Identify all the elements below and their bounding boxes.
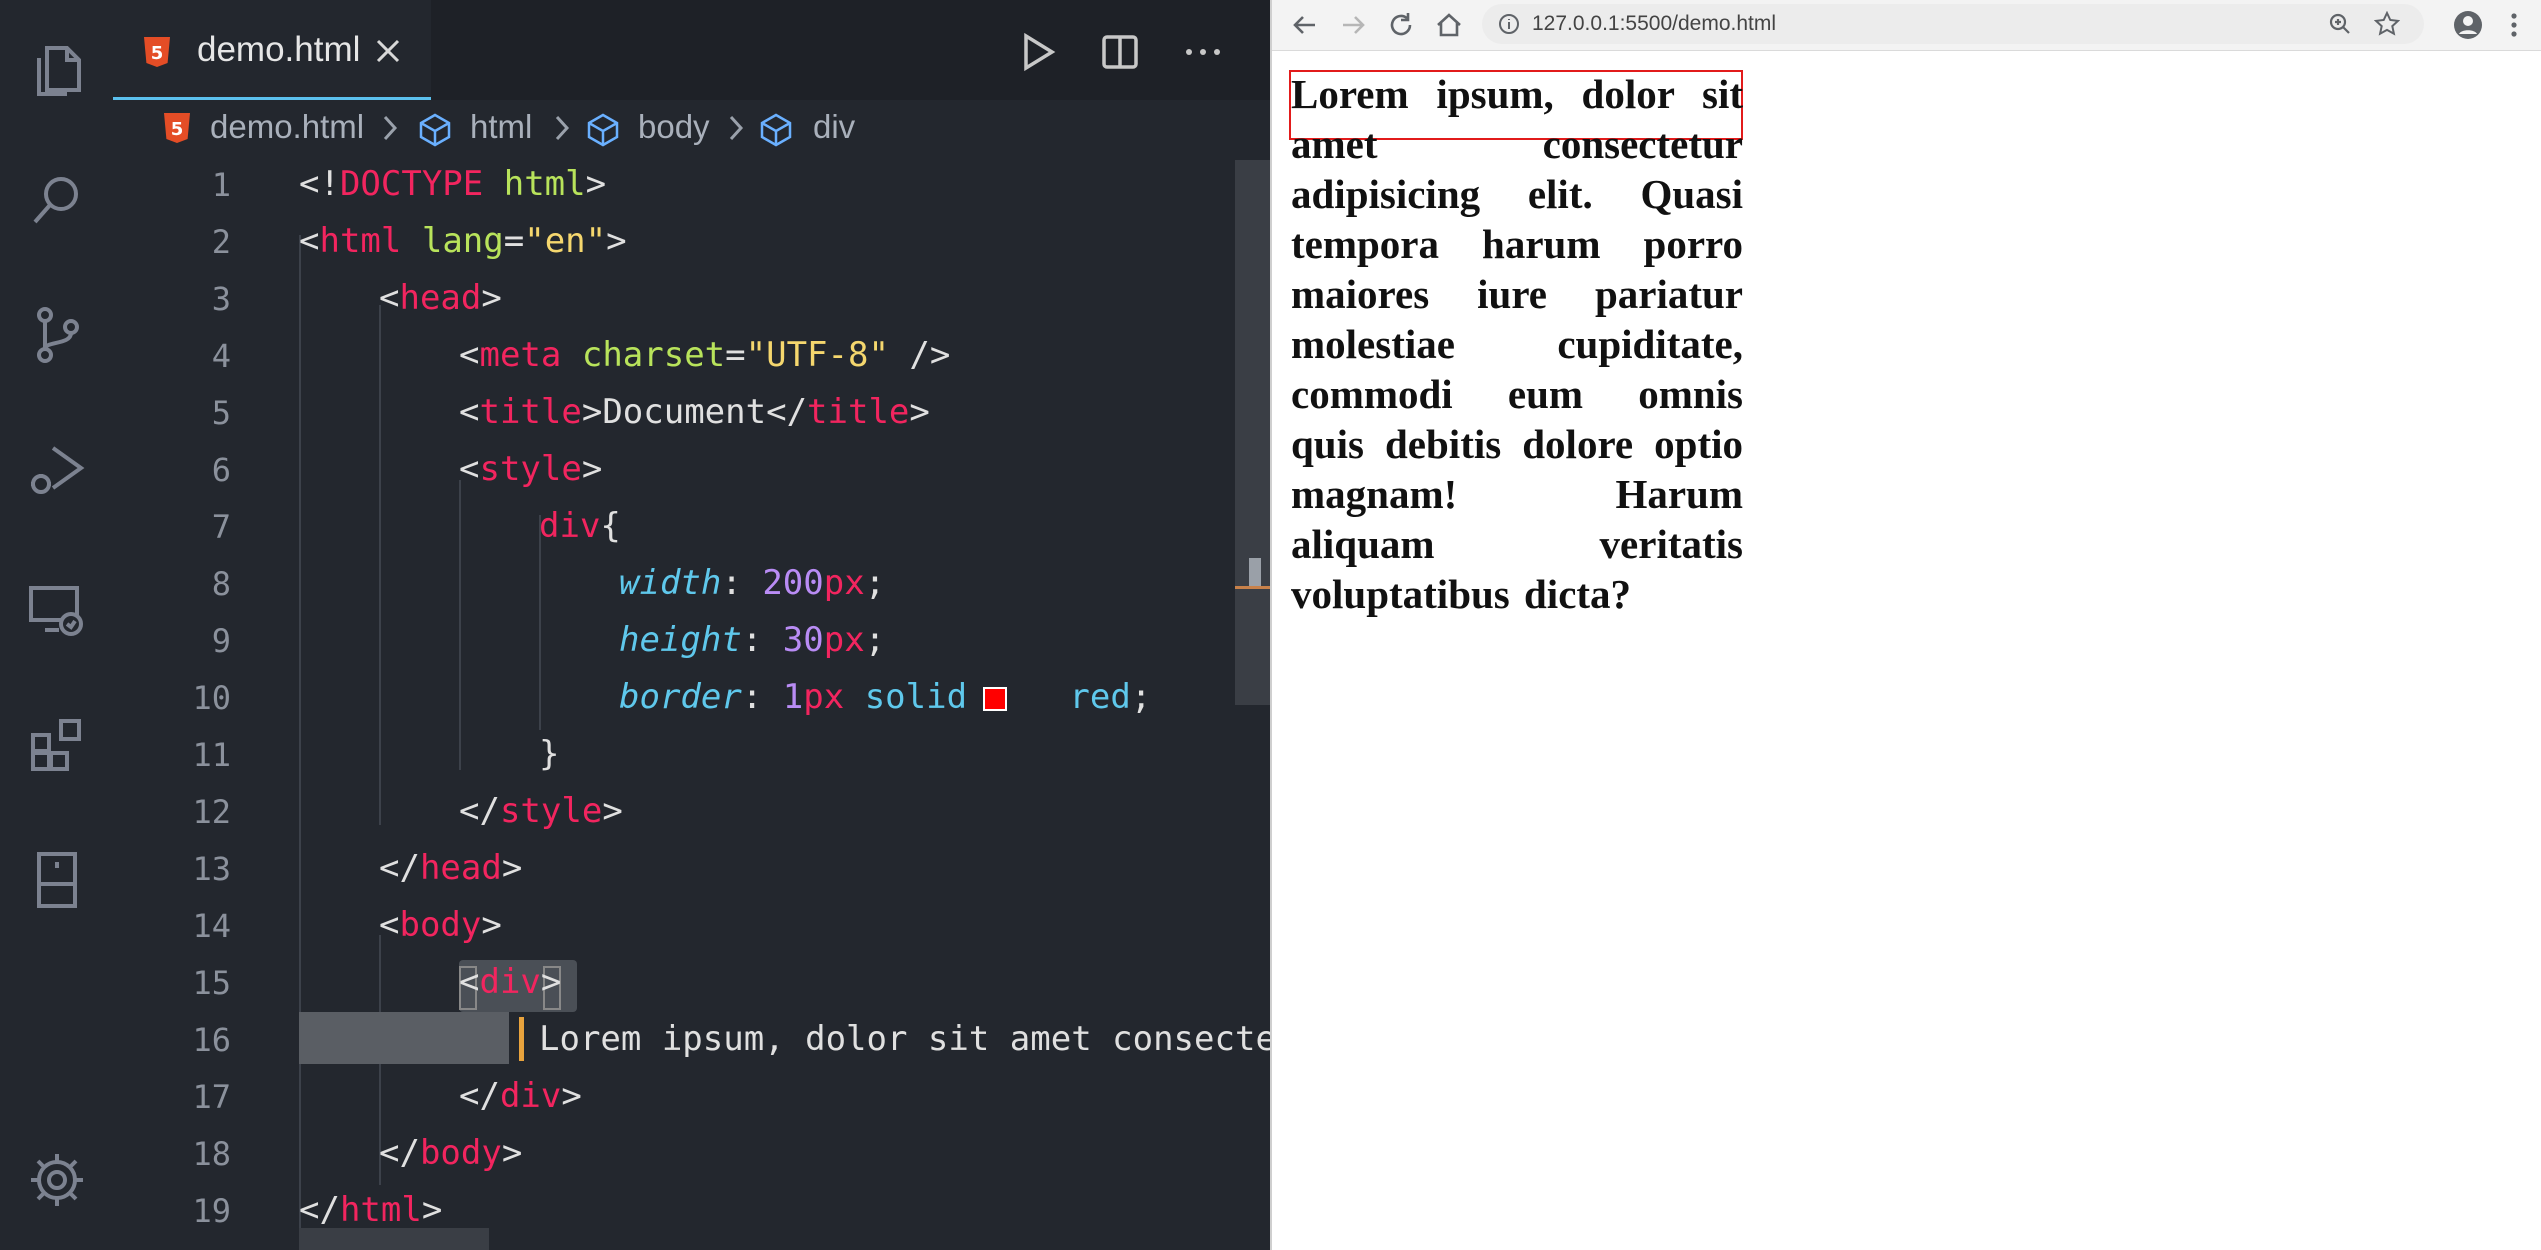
more-actions-icon[interactable] — [1181, 30, 1225, 74]
code-line: <html lang="en"> — [299, 221, 627, 261]
code-line: } — [539, 734, 560, 774]
zoom-icon[interactable] — [2328, 12, 2352, 36]
element-icon — [419, 113, 451, 147]
activity-bar — [0, 0, 113, 1250]
browser-menu-icon[interactable] — [2504, 9, 2524, 41]
indent-guide — [539, 515, 541, 730]
chevron-right-icon — [729, 115, 744, 141]
info-icon[interactable] — [1498, 13, 1520, 35]
text-caret — [519, 1017, 524, 1061]
forward-arrow-icon[interactable] — [1338, 10, 1368, 40]
svg-text:5: 5 — [151, 43, 164, 64]
line-number: 18 — [192, 1135, 231, 1173]
code-line: <head> — [379, 278, 502, 318]
element-icon — [760, 113, 792, 147]
breadcrumb-item-body[interactable]: body — [638, 108, 710, 146]
scrollbar-marker — [1249, 558, 1261, 586]
remote-explorer-icon[interactable] — [0, 555, 113, 665]
html5-icon: 5 — [164, 113, 190, 143]
html5-icon: 5 — [144, 37, 170, 67]
run-debug-icon[interactable] — [0, 415, 113, 525]
line-number: 6 — [211, 451, 231, 489]
code-editor: 5 demo.html 5 demo.html html body div 1 … — [113, 0, 1296, 1250]
star-icon[interactable] — [2374, 11, 2400, 37]
tab-bar: 5 demo.html — [113, 0, 1270, 100]
browser-toolbar: 127.0.0.1:5500/demo.html — [1272, 0, 2541, 51]
code-line: </div> — [459, 1076, 582, 1116]
extensions-icon[interactable] — [0, 690, 113, 800]
url-text: 127.0.0.1:5500/demo.html — [1532, 12, 1777, 35]
code-line: width: 200px; — [619, 563, 886, 603]
code-line: <!DOCTYPE html> — [299, 164, 607, 204]
breadcrumb-item-div[interactable]: div — [813, 108, 855, 146]
line-number: 19 — [192, 1192, 231, 1230]
profile-avatar-icon[interactable] — [2452, 9, 2484, 41]
code-line: div{ — [539, 506, 621, 546]
line-number: 7 — [211, 508, 231, 546]
files-icon[interactable] — [0, 15, 113, 125]
line-number: 13 — [192, 850, 231, 888]
line-number: 10 — [192, 679, 231, 717]
code-line: Lorem ipsum, dolor sit amet consectet — [539, 1019, 1297, 1059]
line-number: 4 — [211, 337, 231, 375]
browser-window: 127.0.0.1:5500/demo.html Lorem ipsum, do… — [1272, 0, 2541, 1250]
rendered-page: Lorem ipsum, dolor sit amet consectetur … — [1272, 50, 2541, 1250]
line-number: 16 — [192, 1021, 231, 1059]
line-number: 5 — [211, 394, 231, 432]
code-line: <body> — [379, 905, 502, 945]
code-line: <style> — [459, 449, 603, 489]
code-line: <title>Document</title> — [459, 392, 930, 432]
element-icon — [587, 113, 619, 147]
split-editor-icon[interactable] — [1098, 30, 1142, 74]
code-line: </style> — [459, 791, 623, 831]
code-line: border: 1px solid red; — [619, 677, 1152, 717]
div-text-content: Lorem ipsum, dolor sit amet consectetur … — [1291, 71, 1743, 617]
line-number: 12 — [192, 793, 231, 831]
line-number: 2 — [211, 223, 231, 261]
chevron-right-icon — [383, 115, 398, 141]
line-number: 3 — [211, 280, 231, 318]
code-area[interactable]: 1 2 3 4 5 6 7 8 9 10 11 12 13 14 15 16 1… — [113, 160, 1296, 1250]
tab-label: demo.html — [197, 30, 361, 69]
line-number: 15 — [192, 964, 231, 1002]
tab-demo-html[interactable]: 5 demo.html — [113, 0, 431, 100]
settings-gear-icon[interactable] — [0, 1125, 113, 1235]
code-line: <div> — [459, 962, 562, 1002]
line-number: 8 — [211, 565, 231, 603]
line-number: 17 — [192, 1078, 231, 1116]
scrollbar-marker — [1235, 586, 1270, 589]
close-icon[interactable] — [375, 38, 401, 64]
chevron-right-icon — [555, 115, 570, 141]
source-control-icon[interactable] — [0, 280, 113, 390]
breadcrumb: 5 demo.html html body div — [113, 100, 1270, 160]
run-icon[interactable] — [1016, 30, 1060, 74]
code-line: <meta charset="UTF-8" /> — [459, 335, 951, 375]
device-icon[interactable] — [0, 825, 113, 935]
breadcrumb-item-file[interactable]: demo.html — [210, 108, 364, 146]
color-swatch[interactable] — [983, 687, 1007, 711]
indent-guide — [299, 235, 301, 1235]
indent-guide — [379, 305, 381, 825]
selection-highlight — [299, 1012, 509, 1064]
reload-icon[interactable] — [1386, 10, 1416, 40]
svg-text:5: 5 — [171, 119, 184, 140]
line-number: 1 — [211, 166, 231, 204]
code-line: </html> — [299, 1190, 443, 1230]
vertical-scrollbar[interactable] — [1235, 160, 1270, 705]
indent-guide — [459, 480, 461, 770]
horizontal-scrollbar[interactable] — [299, 1228, 489, 1250]
breadcrumb-item-html[interactable]: html — [470, 108, 532, 146]
back-arrow-icon[interactable] — [1290, 10, 1320, 40]
line-number: 14 — [192, 907, 231, 945]
code-line: </body> — [379, 1133, 523, 1173]
address-bar[interactable]: 127.0.0.1:5500/demo.html — [1482, 4, 2424, 44]
line-number: 11 — [192, 736, 231, 774]
search-icon[interactable] — [0, 145, 113, 255]
code-line: </head> — [379, 848, 523, 888]
home-icon[interactable] — [1434, 10, 1464, 40]
code-line: height: 30px; — [619, 620, 886, 660]
line-number: 9 — [211, 622, 231, 660]
